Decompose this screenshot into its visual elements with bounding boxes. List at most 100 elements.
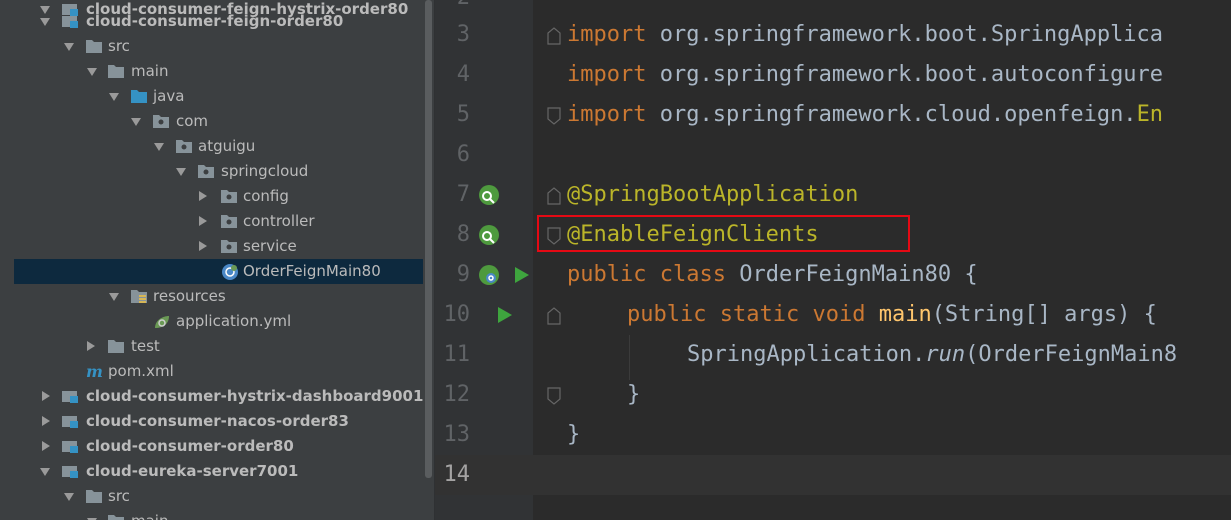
tree-row-label: atguigu xyxy=(198,137,256,155)
fold-marker-icon[interactable] xyxy=(547,307,561,325)
fold-marker-icon[interactable] xyxy=(547,387,561,405)
collapse-arrow-icon[interactable] xyxy=(199,216,207,226)
tree-row-label: src xyxy=(108,37,130,55)
tree-row-package[interactable]: service xyxy=(0,234,423,259)
expand-arrow-icon[interactable] xyxy=(131,118,141,126)
spring-bean-icon[interactable] xyxy=(477,223,501,247)
tree-row-label: main xyxy=(131,62,169,80)
fold-marker-icon[interactable] xyxy=(547,187,561,205)
code-text: En xyxy=(1136,102,1164,127)
code-text: org.springframework.boot.SpringApplica xyxy=(646,22,1164,47)
run-icon[interactable] xyxy=(498,307,512,323)
code-text: } xyxy=(567,422,581,447)
tree-row-module[interactable]: cloud-consumer-order80 xyxy=(0,434,423,459)
folder-icon xyxy=(86,39,102,53)
code-text: OrderFeignMain80 { xyxy=(725,262,978,287)
package-icon xyxy=(221,214,237,228)
code-text: org.springframework.boot.autoconfigure xyxy=(646,62,1164,87)
folder-icon xyxy=(108,64,124,78)
tree-row-label: src xyxy=(108,487,130,505)
tree-row-folder[interactable]: src xyxy=(0,34,423,59)
tree-row-label: resources xyxy=(153,287,226,305)
module-folder-icon xyxy=(62,14,78,28)
tree-row-label: pom.xml xyxy=(108,362,174,380)
tree-row-folder[interactable]: java xyxy=(0,84,423,109)
keyword: public xyxy=(627,302,707,327)
expand-arrow-icon[interactable] xyxy=(109,293,119,301)
expand-arrow-icon[interactable] xyxy=(87,68,97,76)
tree-row-label: cloud-consumer-order80 xyxy=(86,437,294,455)
tree-row-folder[interactable]: src xyxy=(0,484,423,509)
module-folder-icon xyxy=(62,414,78,428)
expand-arrow-icon[interactable] xyxy=(40,18,50,26)
tree-row-file[interactable]: m pom.xml xyxy=(0,359,423,384)
method-call: run xyxy=(925,342,966,367)
tree-row-label: java xyxy=(153,87,185,105)
code-line[interactable]: import org.springframework.boot.autoconf… xyxy=(567,62,1163,87)
tree-row-label: service xyxy=(243,237,297,255)
tree-row-folder[interactable]: test xyxy=(0,334,423,359)
tree-row-module[interactable]: cloud-consumer-nacos-order83 xyxy=(0,409,423,434)
collapse-arrow-icon[interactable] xyxy=(199,241,207,251)
collapse-arrow-icon[interactable] xyxy=(87,341,95,351)
code-text: org.springframework.cloud.openfeign. xyxy=(646,102,1137,127)
code-line[interactable]: public class OrderFeignMain80 { xyxy=(567,262,978,287)
fold-marker-icon[interactable] xyxy=(547,27,561,45)
tree-row-folder[interactable]: main xyxy=(0,509,423,520)
collapse-arrow-icon[interactable] xyxy=(42,441,50,451)
expand-arrow-icon[interactable] xyxy=(176,168,186,176)
keyword: import xyxy=(567,102,647,127)
tree-row-package[interactable]: controller xyxy=(0,209,423,234)
spring-class-icon xyxy=(221,263,238,280)
tree-row-label: test xyxy=(131,337,160,355)
tree-row-module[interactable]: cloud-eureka-server7001 xyxy=(0,459,423,484)
line-number: 10 xyxy=(443,302,471,327)
line-number: 11 xyxy=(443,342,471,367)
code-line[interactable]: } xyxy=(567,422,580,447)
expand-arrow-icon[interactable] xyxy=(64,493,74,501)
line-number: 9 xyxy=(456,262,470,287)
tree-row-class-selected[interactable]: OrderFeignMain80 xyxy=(14,259,423,284)
collapse-arrow-icon[interactable] xyxy=(42,391,50,401)
code-line[interactable]: } xyxy=(627,382,640,407)
spring-config-icon xyxy=(153,314,169,328)
code-line[interactable]: @SpringBootApplication xyxy=(567,182,858,207)
run-icon[interactable] xyxy=(515,267,529,283)
spring-bean-icon[interactable] xyxy=(477,263,501,287)
expand-arrow-icon[interactable] xyxy=(40,468,50,476)
spring-bean-icon[interactable] xyxy=(477,183,501,207)
tree-row-package[interactable]: springcloud xyxy=(0,159,423,184)
tree-row-folder[interactable]: resources xyxy=(0,284,423,309)
annotation: @SpringBootApplication xyxy=(567,182,859,207)
code-line[interactable]: SpringApplication.run(OrderFeignMain8 xyxy=(687,342,1177,367)
tree-row-label: OrderFeignMain80 xyxy=(243,262,381,280)
indent-guide xyxy=(629,335,630,380)
scrollbar-thumb[interactable] xyxy=(425,0,432,478)
package-icon xyxy=(176,139,192,153)
fold-marker-icon[interactable] xyxy=(547,107,561,125)
expand-arrow-icon[interactable] xyxy=(109,93,119,101)
collapse-arrow-icon[interactable] xyxy=(42,416,50,426)
tree-scrollbar[interactable] xyxy=(423,0,434,520)
expand-arrow-icon[interactable] xyxy=(154,143,164,151)
resources-folder-icon xyxy=(131,289,147,303)
line-number: 2 xyxy=(440,0,470,10)
module-folder-icon xyxy=(62,439,78,453)
line-number: 4 xyxy=(456,62,470,87)
tree-row-label: cloud-eureka-server7001 xyxy=(86,462,299,480)
tree-row-module[interactable]: cloud-consumer-hystrix-dashboard9001 xyxy=(0,384,423,409)
tree-row-package[interactable]: config xyxy=(0,184,423,209)
tree-row-module[interactable]: cloud-consumer-feign-order80 xyxy=(0,9,423,34)
package-icon xyxy=(221,239,237,253)
project-tree: cloud-consumer-feign-hystrix-order80 clo… xyxy=(0,0,423,520)
collapse-arrow-icon[interactable] xyxy=(199,191,207,201)
code-line[interactable]: public static void main(String[] args) { xyxy=(627,302,1157,327)
tree-row-file[interactable]: application.yml xyxy=(0,309,423,334)
expand-arrow-icon[interactable] xyxy=(64,43,74,51)
tree-row-package[interactable]: com xyxy=(0,109,423,134)
code-line[interactable]: import org.springframework.boot.SpringAp… xyxy=(567,22,1163,47)
code-line[interactable]: import org.springframework.cloud.openfei… xyxy=(567,102,1163,127)
tree-row-package[interactable]: atguigu xyxy=(0,134,423,159)
tree-row-folder[interactable]: main xyxy=(0,59,423,84)
line-number: 13 xyxy=(443,422,471,447)
